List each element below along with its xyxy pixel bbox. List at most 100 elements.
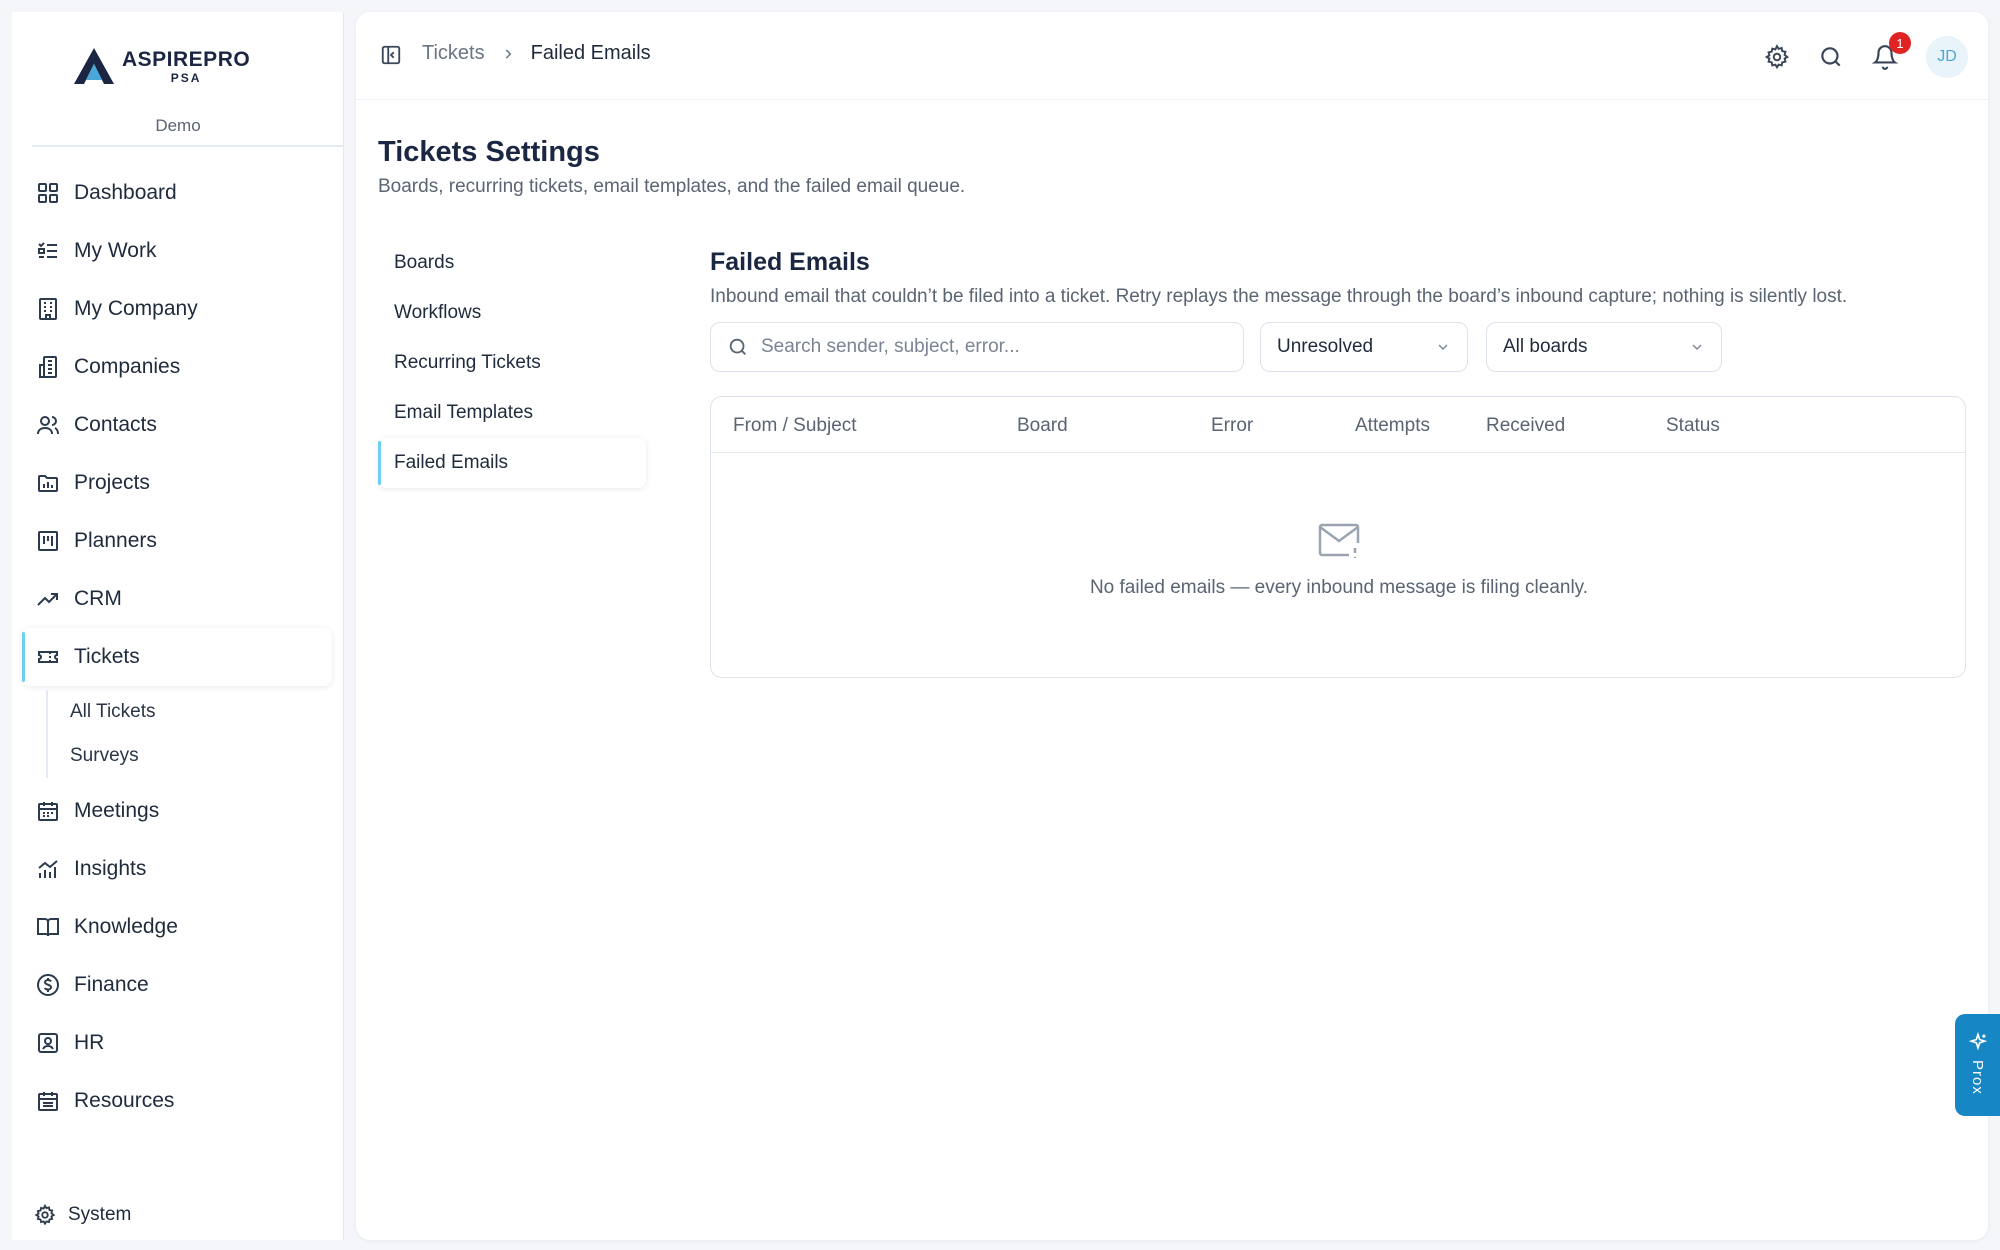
assistant-tab[interactable]: Prox — [1955, 1014, 2000, 1116]
top-actions: 1 JD — [1764, 32, 1968, 78]
mail-alert-icon — [1317, 521, 1361, 561]
sidebar-item-label: My Work — [74, 239, 157, 262]
sidebar-item-label: Finance — [74, 973, 149, 996]
search-icon[interactable] — [1818, 44, 1844, 70]
building-icon — [36, 297, 60, 321]
sidebar-item-finance[interactable]: Finance — [22, 956, 344, 1014]
breadcrumb-current: Failed Emails — [530, 42, 651, 64]
top-bar: Tickets Failed Emails 1 JD — [356, 12, 1988, 100]
status-filter-select[interactable]: Unresolved — [1260, 322, 1468, 372]
tickets-subnav: All Tickets Surveys — [46, 690, 344, 778]
search-field[interactable] — [710, 322, 1244, 372]
breadcrumb-tickets[interactable]: Tickets — [422, 42, 485, 65]
empty-state-text: No failed emails — every inbound message… — [1089, 577, 1589, 598]
search-icon — [727, 336, 749, 358]
sidebar-item-label: Contacts — [74, 413, 157, 436]
list-check-icon — [36, 239, 60, 263]
chevron-down-icon — [1435, 339, 1451, 355]
section-title: Failed Emails — [710, 248, 870, 276]
brand-logo[interactable]: ASPIREPRO PSA — [72, 36, 272, 96]
avatar[interactable]: JD — [1926, 36, 1968, 78]
folder-chart-icon — [36, 471, 60, 495]
assistant-label: Prox — [1969, 1060, 1986, 1095]
sidebar: ASPIREPRO PSA Demo Dashboard My Work My … — [12, 12, 344, 1240]
sidebar-item-tickets[interactable]: Tickets — [22, 628, 332, 686]
page-title: Tickets Settings — [378, 136, 600, 168]
sidebar-item-projects[interactable]: Projects — [22, 454, 344, 512]
sidebar-item-label: Dashboard — [74, 181, 177, 204]
column-header-attempts[interactable]: Attempts — [1355, 415, 1430, 437]
column-header-status[interactable]: Status — [1666, 415, 1720, 437]
settings-nav-recurring-tickets[interactable]: Recurring Tickets — [378, 338, 646, 388]
sidebar-item-label: Resources — [74, 1089, 175, 1112]
settings-nav-email-templates[interactable]: Email Templates — [378, 388, 646, 438]
sidebar-item-label: My Company — [74, 297, 198, 320]
logo-mark-icon — [74, 48, 114, 84]
gear-icon — [34, 1204, 56, 1226]
ticket-icon — [36, 645, 60, 669]
sidebar-item-hr[interactable]: HR — [22, 1014, 344, 1072]
sidebar-subitem-surveys[interactable]: Surveys — [70, 734, 344, 778]
notification-bell-icon[interactable]: 1 — [1872, 32, 1911, 70]
chevron-right-icon — [501, 47, 515, 61]
sidebar-item-label: Planners — [74, 529, 157, 552]
settings-nav-failed-emails[interactable]: Failed Emails — [378, 438, 646, 488]
sidebar-item-crm[interactable]: CRM — [22, 570, 344, 628]
sidebar-item-my-work[interactable]: My Work — [22, 222, 344, 280]
page-subtitle: Boards, recurring tickets, email templat… — [378, 176, 966, 197]
sidebar-item-planners[interactable]: Planners — [22, 512, 344, 570]
settings-gear-icon[interactable] — [1764, 44, 1790, 70]
sidebar-item-contacts[interactable]: Contacts — [22, 396, 344, 454]
buildings-icon — [36, 355, 60, 379]
brand-title: ASPIREPRO — [122, 47, 251, 71]
settings-nav: Boards Workflows Recurring Tickets Email… — [378, 238, 646, 488]
search-input[interactable] — [761, 336, 1221, 358]
status-filter-value: Unresolved — [1277, 336, 1374, 357]
sidebar-item-dashboard[interactable]: Dashboard — [22, 164, 344, 222]
sidebar-item-label: Meetings — [74, 799, 160, 822]
sidebar-item-label: Projects — [74, 471, 150, 494]
table-header: From / Subject Board Error Attempts Rece… — [711, 397, 1965, 453]
book-icon — [36, 915, 60, 939]
sidebar-item-system[interactable]: System — [34, 1204, 131, 1226]
breadcrumb: Tickets Failed Emails — [422, 42, 651, 65]
column-header-error[interactable]: Error — [1211, 415, 1253, 437]
sidebar-item-companies[interactable]: Companies — [22, 338, 344, 396]
main-panel: Tickets Failed Emails 1 JD Tickets Setti… — [356, 12, 1988, 1240]
kanban-icon — [36, 529, 60, 553]
calendar-grid-icon — [36, 1089, 60, 1113]
brand-subtitle: PSA — [170, 70, 202, 85]
board-filter-select[interactable]: All boards — [1486, 322, 1722, 372]
sidebar-item-label: Knowledge — [74, 915, 178, 938]
chevron-down-icon — [1689, 339, 1705, 355]
column-header-received[interactable]: Received — [1486, 415, 1565, 437]
sidebar-item-label: Tickets — [74, 645, 140, 668]
sidebar-item-label: HR — [74, 1031, 105, 1054]
dashboard-icon — [36, 181, 60, 205]
chart-icon — [36, 857, 60, 881]
sidebar-toggle-icon[interactable] — [380, 44, 402, 66]
settings-nav-boards[interactable]: Boards — [378, 238, 646, 288]
sidebar-nav: Dashboard My Work My Company Companies C… — [22, 164, 344, 1130]
id-badge-icon — [36, 1031, 60, 1055]
sidebar-item-meetings[interactable]: Meetings — [22, 782, 344, 840]
column-header-board[interactable]: Board — [1017, 415, 1068, 437]
system-label: System — [68, 1204, 132, 1225]
sidebar-item-my-company[interactable]: My Company — [22, 280, 344, 338]
settings-nav-workflows[interactable]: Workflows — [378, 288, 646, 338]
sidebar-item-label: Companies — [74, 355, 181, 378]
column-header-from-subject[interactable]: From / Subject — [733, 415, 857, 437]
workspace-name: Demo — [155, 116, 201, 135]
sidebar-subitem-all-tickets[interactable]: All Tickets — [70, 690, 344, 734]
sidebar-item-insights[interactable]: Insights — [22, 840, 344, 898]
empty-state: No failed emails — every inbound message… — [711, 521, 1967, 599]
trend-up-icon — [36, 587, 60, 611]
board-filter-value: All boards — [1503, 336, 1588, 357]
users-icon — [36, 413, 60, 437]
sidebar-item-knowledge[interactable]: Knowledge — [22, 898, 344, 956]
notification-badge: 1 — [1889, 32, 1911, 54]
sparkle-icon — [1968, 1032, 1988, 1052]
sidebar-divider — [32, 145, 344, 147]
sidebar-item-resources[interactable]: Resources — [22, 1072, 344, 1130]
dollar-icon — [36, 973, 60, 997]
